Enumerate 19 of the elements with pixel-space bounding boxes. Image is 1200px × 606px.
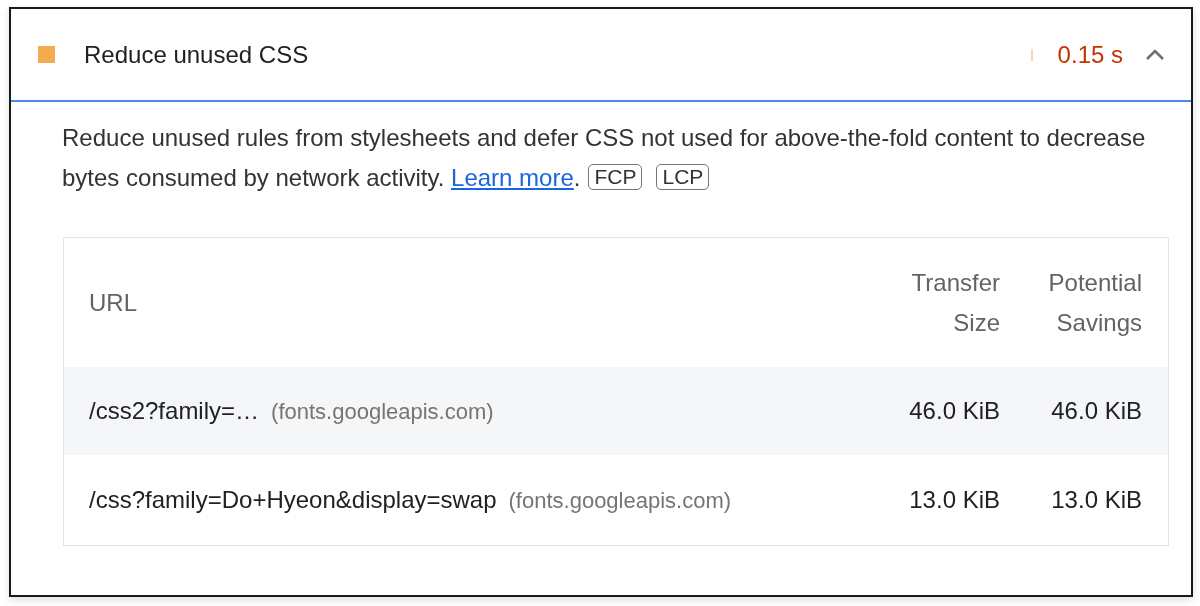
- display-value: 0.15 s: [1057, 39, 1123, 70]
- metric-badge: FCP: [588, 164, 643, 190]
- table-cell: 46.0 KiB: [1051, 397, 1142, 424]
- metric-badge: LCP: [656, 164, 710, 190]
- host-text: (fonts.googleapis.com): [271, 397, 494, 426]
- table-cell: 13.0 KiB: [909, 486, 1000, 513]
- chevron-icon[interactable]: [1145, 48, 1165, 61]
- host-text: (fonts.googleapis.com): [508, 486, 732, 515]
- table-cell: 46.0 KiB: [909, 397, 1000, 424]
- column-header: URL: [89, 287, 137, 318]
- audit-description: Reduce unused rules from stylesheets and defer CSS not used for above-the-fold content to decrease bytes consumed by network activity. Learn more. FCP LCP: [62, 123, 1147, 193]
- url-text: /css2?family=…: [89, 395, 260, 426]
- sparkline-icon: [1030, 48, 1033, 61]
- table-cell: 13.0 KiB: [1051, 486, 1142, 513]
- column-header: Potential Savings: [1048, 267, 1142, 338]
- column-header: Transfer Size: [911, 267, 1000, 338]
- learn-more-link[interactable]: Learn more: [451, 164, 574, 191]
- audit-title: Reduce unused CSS: [84, 39, 309, 70]
- url-text: /css?family=Do+Hyeon&display=swap: [89, 484, 497, 515]
